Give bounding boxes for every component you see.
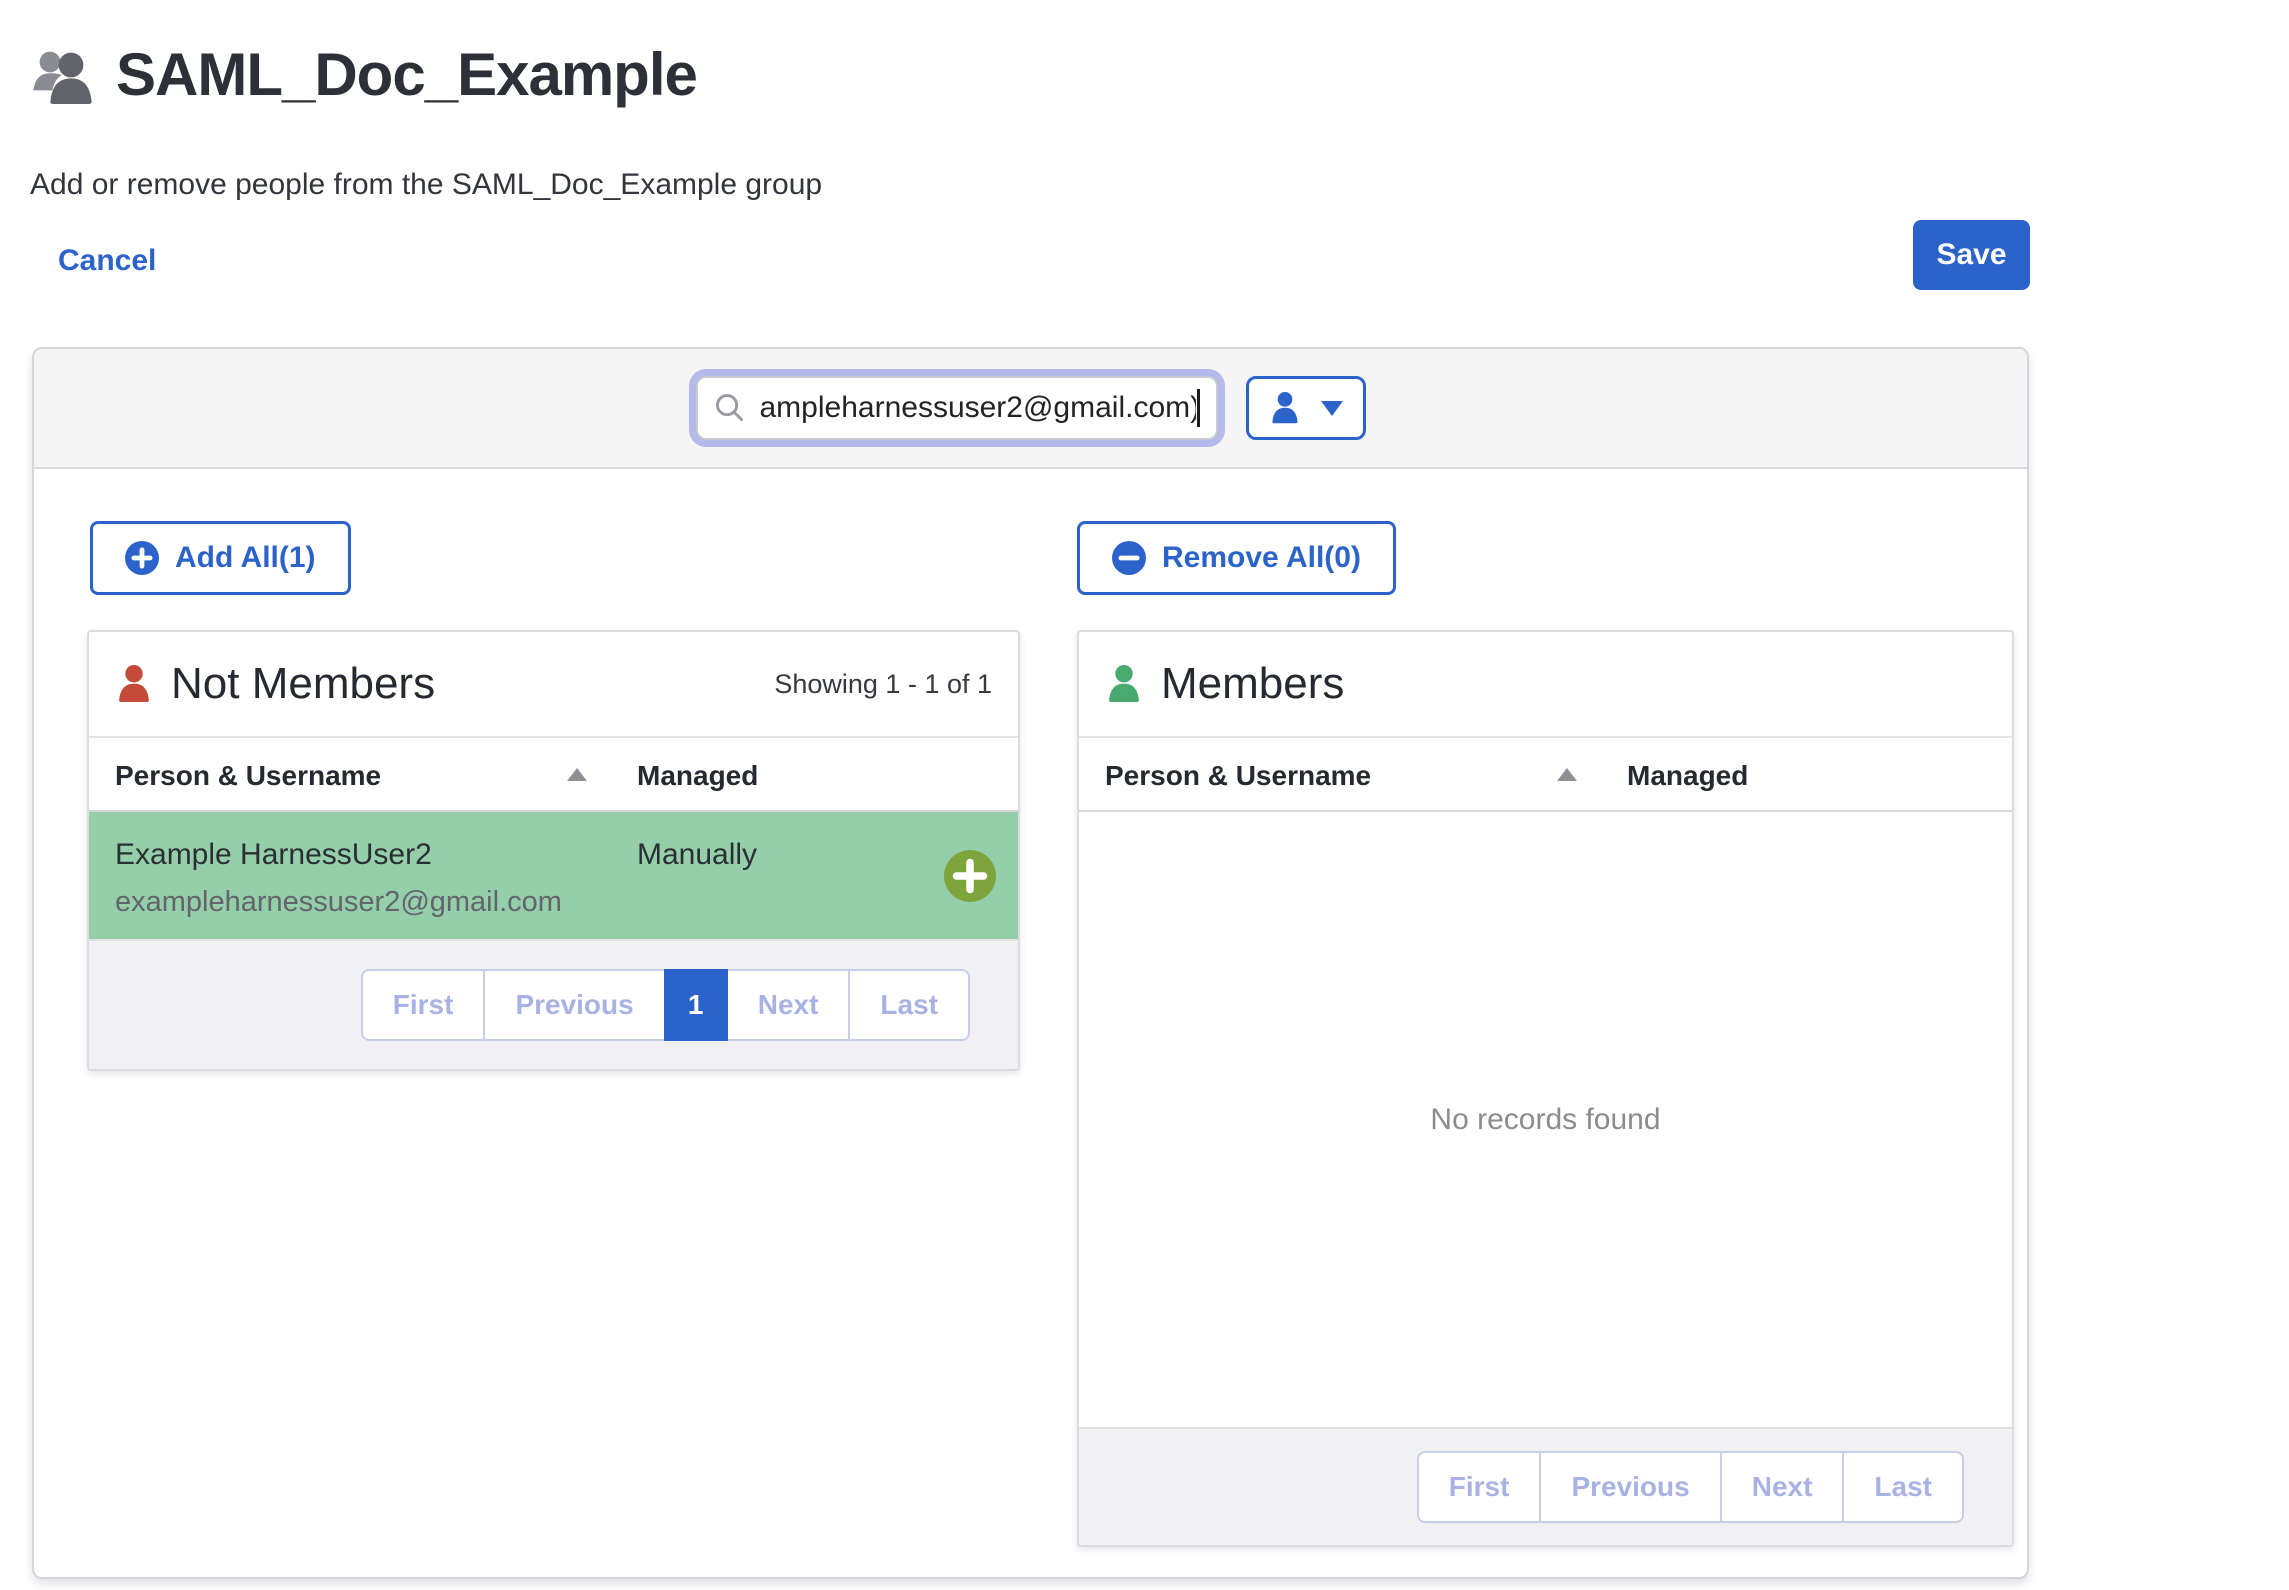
column-header-managed[interactable]: Managed: [1627, 760, 1748, 792]
search-strip: ampleharnessuser2@gmail.com): [34, 349, 2027, 469]
row-person-name: Example HarnessUser2: [115, 838, 432, 872]
sort-ascending-icon: [1557, 768, 1577, 781]
not-members-panel: Not Members Showing 1 - 1 of 1 Person & …: [87, 630, 1020, 1071]
not-members-table-header: Person & Username Managed: [89, 738, 1018, 812]
member-person-icon: [1105, 662, 1143, 706]
group-membership-panel: ampleharnessuser2@gmail.com) Add All(1): [32, 347, 2029, 1579]
row-username: exampleharnessuser2@gmail.com: [115, 886, 562, 919]
sort-ascending-icon: [567, 768, 587, 781]
members-empty-state: No records found: [1079, 812, 2012, 1427]
add-all-button[interactable]: Add All(1): [90, 521, 351, 595]
pagination-page-1-button[interactable]: 1: [664, 969, 728, 1041]
pagination-previous-button[interactable]: Previous: [483, 969, 665, 1041]
not-members-header: Not Members Showing 1 - 1 of 1: [89, 632, 1018, 738]
pagination-previous-button[interactable]: Previous: [1539, 1451, 1721, 1523]
save-button[interactable]: Save: [1913, 220, 2030, 290]
pagination-next-button[interactable]: Next: [726, 969, 851, 1041]
members-title: Members: [1161, 659, 1344, 709]
add-person-button[interactable]: [944, 850, 996, 902]
not-member-person-icon: [115, 662, 153, 706]
page-title-row: SAML_Doc_Example: [30, 40, 697, 109]
members-footer: First Previous Next Last: [1079, 1427, 2012, 1545]
pagination-next-button[interactable]: Next: [1720, 1451, 1845, 1523]
column-header-managed[interactable]: Managed: [637, 760, 758, 792]
table-row-example-harnessuser2[interactable]: Example HarnessUser2 exampleharnessuser2…: [89, 812, 1018, 939]
plus-circle-icon: [125, 541, 159, 575]
search-icon: [714, 392, 746, 424]
person-icon: [1269, 390, 1301, 426]
pagination-first-button[interactable]: First: [361, 969, 486, 1041]
column-header-person-username[interactable]: Person & Username: [115, 760, 381, 792]
not-members-pagination: First Previous 1 Next Last: [361, 969, 970, 1041]
not-members-title: Not Members: [171, 659, 435, 709]
cancel-link[interactable]: Cancel: [58, 244, 156, 278]
not-members-showing-count: Showing 1 - 1 of 1: [774, 669, 992, 700]
pagination-last-button[interactable]: Last: [1842, 1451, 1964, 1523]
pagination-last-button[interactable]: Last: [848, 969, 970, 1041]
text-caret: [1197, 389, 1200, 427]
no-records-text: No records found: [1430, 1103, 1660, 1137]
remove-all-button[interactable]: Remove All(0): [1077, 521, 1396, 595]
row-managed-value: Manually: [637, 838, 757, 872]
page-subtitle: Add or remove people from the SAML_Doc_E…: [30, 168, 822, 202]
search-input-value: ampleharnessuser2@gmail.com): [760, 391, 1196, 425]
members-table-header: Person & Username Managed: [1079, 738, 2012, 812]
remove-all-label: Remove All(0): [1162, 541, 1361, 575]
group-people-icon: [30, 46, 96, 104]
page-title: SAML_Doc_Example: [116, 40, 697, 109]
members-pagination: First Previous Next Last: [1417, 1451, 1964, 1523]
chevron-down-icon: [1321, 401, 1343, 416]
column-header-person-username[interactable]: Person & Username: [1105, 760, 1371, 792]
search-input[interactable]: ampleharnessuser2@gmail.com): [696, 376, 1218, 440]
pagination-first-button[interactable]: First: [1417, 1451, 1542, 1523]
members-panel: Members Person & Username Managed No rec…: [1077, 630, 2014, 1547]
not-members-footer: First Previous 1 Next Last: [89, 939, 1018, 1069]
members-header: Members: [1079, 632, 2012, 738]
minus-circle-icon: [1112, 541, 1146, 575]
add-all-label: Add All(1): [175, 541, 316, 575]
add-person-plus-icon: [944, 850, 996, 902]
people-filter-dropdown[interactable]: [1246, 376, 1366, 440]
